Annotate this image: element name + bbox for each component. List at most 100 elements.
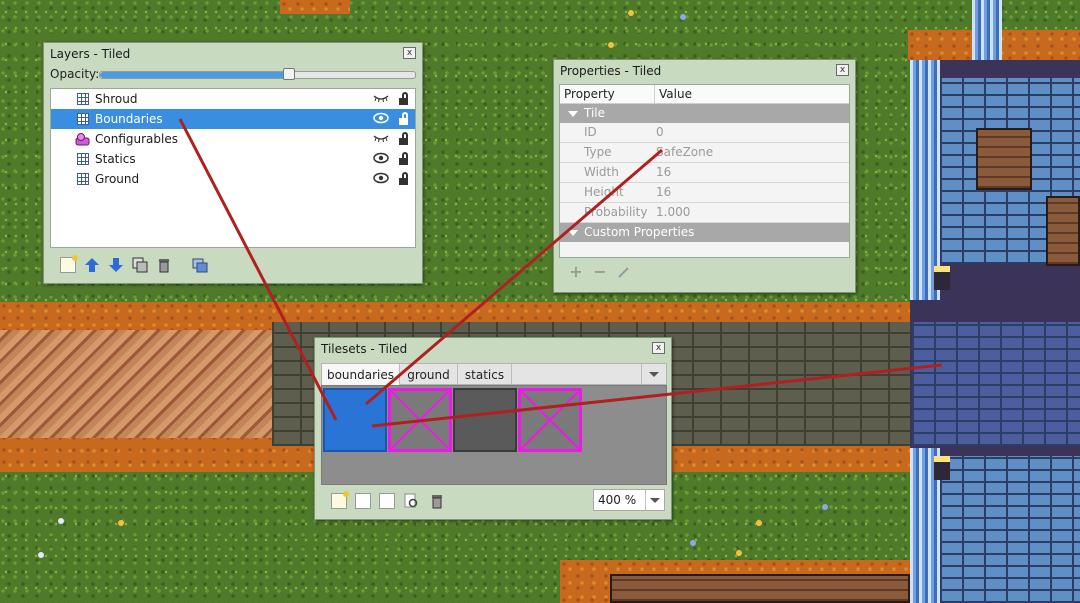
property-value[interactable]: 16 (656, 183, 671, 202)
property-table-header: Property Value (560, 85, 849, 104)
opacity-slider-handle[interactable] (283, 68, 295, 80)
layer-name: Ground (95, 172, 140, 186)
torch-lower (934, 456, 950, 480)
lock-icon[interactable] (399, 112, 409, 125)
tile-placeholder[interactable] (518, 388, 582, 452)
import-tileset-icon[interactable] (355, 493, 371, 509)
castle-bridge-stone (912, 322, 1080, 446)
flower (58, 518, 64, 524)
close-icon[interactable]: x (652, 342, 665, 354)
tilesets-window-title: Tilesets - Tiled (321, 342, 408, 356)
expand-arrow-icon[interactable] (568, 230, 578, 236)
flower (690, 540, 696, 546)
tile-layer-icon (77, 153, 89, 165)
flower (822, 504, 828, 510)
opacity-slider[interactable] (99, 68, 416, 80)
flower (736, 550, 742, 556)
delete-layer-icon[interactable] (156, 257, 172, 273)
value-column-header[interactable]: Value (654, 85, 692, 103)
waterfall-left (910, 60, 940, 300)
close-icon[interactable]: x (403, 47, 416, 59)
close-icon[interactable]: x (836, 64, 849, 76)
torch-upper (934, 266, 950, 290)
export-tileset-icon[interactable] (379, 493, 395, 509)
eye-icon[interactable] (373, 111, 389, 131)
property-column-header[interactable]: Property (564, 85, 615, 103)
tab-ground[interactable]: ground (400, 364, 458, 386)
edit-property-icon[interactable] (616, 264, 632, 280)
property-key: ID (584, 125, 597, 139)
dirt-patch (280, 0, 350, 14)
layer-name: Configurables (95, 132, 178, 146)
eye-icon[interactable] (373, 151, 389, 171)
property-row-width[interactable]: Width 16 (560, 163, 849, 183)
property-table[interactable]: Property Value Tile ID 0 Type SafeZone Width… (559, 84, 850, 258)
property-value[interactable]: 1.000 (656, 203, 690, 222)
layer-list[interactable]: Shroud Boundaries Configurables Statics Grou… (50, 88, 416, 248)
move-layer-up-icon[interactable] (84, 257, 100, 273)
tile-swatch[interactable] (453, 388, 517, 452)
layers-window-titlebar[interactable]: Layers - Tiled x (44, 43, 422, 65)
property-value[interactable]: 0 (656, 123, 664, 142)
properties-window-title: Properties - Tiled (560, 64, 662, 78)
add-property-icon[interactable]: + (568, 264, 584, 280)
layer-properties-icon[interactable] (192, 257, 208, 273)
property-key: Probability (584, 205, 648, 219)
layer-row-statics[interactable]: Statics (51, 149, 415, 169)
tile-layer-icon (77, 113, 89, 125)
cobblestone-road (0, 330, 272, 438)
property-value[interactable]: SafeZone (656, 143, 713, 162)
lock-icon[interactable] (399, 132, 409, 145)
property-value[interactable]: 16 (656, 163, 671, 182)
lock-icon[interactable] (399, 152, 409, 165)
move-layer-down-icon[interactable] (108, 257, 124, 273)
tile-swatch[interactable] (323, 388, 387, 452)
tilesets-window[interactable]: Tilesets - Tiled x boundaries ground sta… (314, 337, 672, 520)
delete-tileset-icon[interactable] (429, 493, 445, 509)
new-layer-icon[interactable] (60, 255, 78, 273)
layer-row-ground[interactable]: Ground (51, 169, 415, 189)
eye-closed-icon[interactable] (373, 131, 389, 151)
tilesets-window-titlebar[interactable]: Tilesets - Tiled x (315, 338, 671, 360)
flower (38, 552, 44, 558)
layer-row-configurables[interactable]: Configurables (51, 129, 415, 149)
layer-name: Statics (95, 152, 136, 166)
wooden-chest (976, 128, 1032, 190)
eye-icon[interactable] (373, 171, 389, 191)
layers-window-title: Layers - Tiled (50, 47, 131, 61)
new-tileset-icon[interactable] (331, 491, 349, 509)
wooden-floor (610, 574, 910, 603)
expand-arrow-icon[interactable] (568, 111, 578, 117)
zoom-value: 400 % (598, 493, 637, 507)
layer-row-boundaries[interactable]: Boundaries (51, 109, 415, 129)
layer-name: Boundaries (95, 112, 163, 126)
lock-icon[interactable] (399, 172, 409, 185)
zoom-select[interactable]: 400 % (593, 489, 665, 511)
property-row-id[interactable]: ID 0 (560, 123, 849, 143)
chevron-down-icon (645, 490, 664, 510)
property-rows: ID 0 Type SafeZone Width 16 Height 16 Probabilit… (560, 123, 849, 223)
tileset-tab-bar: boundaries ground statics (321, 363, 667, 386)
tile-layer-icon (77, 173, 89, 185)
duplicate-layer-icon[interactable] (132, 257, 148, 273)
layer-name: Shroud (95, 92, 138, 106)
eye-closed-icon[interactable] (373, 91, 389, 111)
lock-icon[interactable] (399, 92, 409, 105)
layers-window[interactable]: Layers - Tiled x Opacity: Shroud Boundari… (43, 42, 423, 284)
opacity-slider-fill (100, 72, 289, 78)
remove-property-icon[interactable]: − (592, 264, 608, 280)
tab-statics[interactable]: statics (458, 364, 512, 386)
edit-tileset-icon[interactable] (403, 493, 419, 509)
property-row-height[interactable]: Height 16 (560, 183, 849, 203)
property-row-probability[interactable]: Probability 1.000 (560, 203, 849, 223)
properties-window[interactable]: Properties - Tiled x Property Value Tile… (553, 59, 856, 293)
tile-group-row[interactable]: Tile (560, 104, 849, 123)
tab-list-dropdown[interactable] (641, 364, 666, 384)
layer-row-shroud[interactable]: Shroud (51, 89, 415, 109)
tab-boundaries[interactable]: boundaries (322, 364, 400, 386)
custom-properties-group-row[interactable]: Custom Properties (560, 223, 849, 242)
properties-window-titlebar[interactable]: Properties - Tiled x (554, 60, 855, 82)
property-row-type[interactable]: Type SafeZone (560, 143, 849, 163)
flower (608, 42, 614, 48)
tile-placeholder[interactable] (388, 388, 452, 452)
